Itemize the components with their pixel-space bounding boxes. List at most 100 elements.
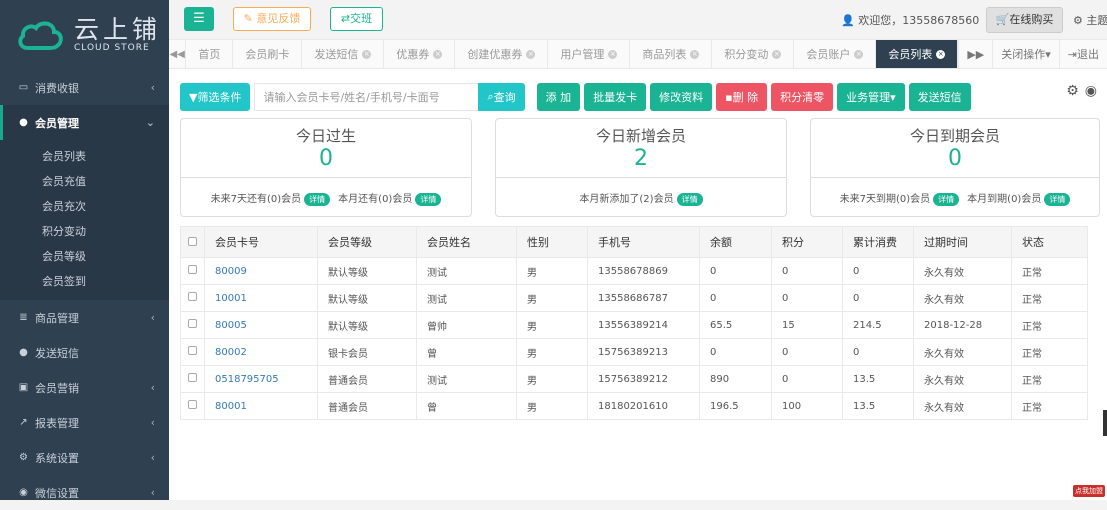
close-icon[interactable]: × [936,50,945,59]
table-row[interactable]: 0518795705普通会员测试男15756389212890013.5永久有效… [181,366,1088,393]
table-row[interactable]: 80005默认等级曾帅男1355638921465.515214.52018-1… [181,312,1088,339]
goods-icon: ≣ [18,312,29,323]
sidebar-subitem-count-recharge[interactable]: 会员充次 [0,194,169,219]
column-header[interactable]: 累计消费 [843,227,914,258]
search-input[interactable]: 请输入会员卡号/姓名/手机号/卡面号 [254,83,478,111]
tab-home[interactable]: 首页 [186,40,233,68]
select-all-checkbox[interactable] [188,237,197,246]
member-card-link[interactable]: 80009 [205,258,318,285]
sidebar-item-goods[interactable]: ≣商品管理 ‹ [0,300,169,335]
page-scrollbar[interactable] [1103,410,1107,436]
column-header[interactable]: 会员等级 [318,227,417,258]
logo: 云上铺 CLOUD STORE [0,0,169,70]
member-card-link[interactable]: 10001 [205,285,318,312]
gear-icon[interactable]: ⚙ [1066,83,1079,99]
sidebar-item-settings[interactable]: ⚙系统设置 ‹ [0,440,169,475]
tab-member-account[interactable]: 会员账户× [794,40,876,68]
table-row[interactable]: 80001普通会员曾男18180201610196.510013.5永久有效正常 [181,393,1088,420]
sidebar-subitem-levels[interactable]: 会员等级 [0,244,169,269]
table-cell: 测试 [417,258,517,285]
tab-member-swipe[interactable]: 会员刷卡 [233,40,302,68]
sidebar-subitem-signin[interactable]: 会员签到 [0,269,169,294]
column-header[interactable]: 状态 [1012,227,1088,258]
sidebar-item-marketing[interactable]: ▣会员营销 ‹ [0,370,169,405]
tab-send-sms[interactable]: 发送短信 × [302,40,384,68]
sidebar-subitem-recharge[interactable]: 会员充值 [0,169,169,194]
member-card-link[interactable]: 80002 [205,339,318,366]
close-icon[interactable]: × [772,50,781,59]
column-header[interactable]: 会员姓名 [417,227,517,258]
close-icon[interactable]: × [362,50,371,59]
detail-badge[interactable]: 详情 [304,193,330,206]
logout-button[interactable]: ⇥ 退出 [1059,40,1107,68]
tab-label: 发送短信 [314,46,358,62]
table-row[interactable]: 80002银卡会员曾男15756389213000永久有效正常 [181,339,1088,366]
column-header[interactable]: 余额 [700,227,772,258]
detail-badge[interactable]: 详情 [933,193,959,206]
edit-profile-button[interactable]: 修改资料 [650,83,712,111]
close-icon[interactable]: × [690,50,699,59]
detail-badge[interactable]: 详情 [677,193,703,206]
tab-goods-list[interactable]: 商品列表× [630,40,712,68]
row-checkbox[interactable] [188,292,197,301]
row-checkbox[interactable] [188,265,197,274]
table-cell: 196.5 [700,393,772,420]
send-sms-button[interactable]: 发送短信 [909,83,971,111]
sidebar-subitem-member-list[interactable]: 会员列表 [0,144,169,169]
row-checkbox[interactable] [188,319,197,328]
expiring-members-card: 今日到期会员 0 未来7天到期(0)会员详情 本月到期(0)会员详情 [810,118,1100,217]
close-icon[interactable]: × [526,50,535,59]
tab-scroll-right-button[interactable]: ▶▶ [958,40,992,68]
shift-button[interactable]: ⇄交班 [330,7,383,31]
row-checkbox[interactable] [188,346,197,355]
row-checkbox[interactable] [188,373,197,382]
gift-icon: ▣ [18,382,29,393]
sidebar-subitem-points[interactable]: 积分变动 [0,219,169,244]
tab-create-coupon[interactable]: 创建优惠券× [455,40,548,68]
query-button[interactable]: ⌕ 查询 [478,83,524,111]
sidebar-item-members[interactable]: ●会员管理 ⌄ [0,105,169,140]
tab-scroll-left-button[interactable]: ◀◀ [169,40,186,68]
sidebar-item-reports[interactable]: ↗报表管理 ‹ [0,405,169,440]
detail-badge[interactable]: 详情 [1044,193,1070,206]
column-header[interactable]: 手机号 [588,227,700,258]
close-icon[interactable]: × [854,50,863,59]
double-left-icon: ◀◀ [169,49,184,60]
close-icon[interactable]: × [433,50,442,59]
tab-member-list[interactable]: 会员列表× [876,40,958,68]
detail-badge[interactable]: 详情 [415,193,441,206]
column-header[interactable]: 积分 [772,227,843,258]
clear-points-button[interactable]: 积分清零 [771,83,833,111]
tab-coupons[interactable]: 优惠券× [384,40,455,68]
sidebar-item-checkout[interactable]: ▭消费收银 ‹ [0,70,169,105]
eye-icon[interactable]: ◉ [1085,83,1097,99]
table-cell: 0 [700,339,772,366]
row-checkbox[interactable] [188,400,197,409]
business-management-dropdown[interactable]: 业务管理▾ [837,83,905,111]
column-header[interactable]: 会员卡号 [205,227,318,258]
sidebar-item-sms[interactable]: ●发送短信 [0,335,169,370]
tab-user-management[interactable]: 用户管理× [548,40,630,68]
close-operations-dropdown[interactable]: 关闭操作▾ [992,40,1059,68]
member-card-link[interactable]: 80001 [205,393,318,420]
table-cell: 男 [517,312,588,339]
add-button[interactable]: 添 加 [537,83,581,111]
feedback-button[interactable]: ✎ 意见反馈 [233,7,311,31]
sidebar-item-wechat[interactable]: ◉微信设置 ‹ [0,475,169,510]
batch-issue-card-button[interactable]: 批量发卡 [584,83,646,111]
filter-button[interactable]: ▼筛选条件 [180,83,250,111]
buy-online-button[interactable]: 🛒在线购买 [986,7,1063,33]
table-row[interactable]: 10001默认等级测试男13558686787000永久有效正常 [181,285,1088,312]
column-header[interactable]: 过期时间 [914,227,1012,258]
delete-button[interactable]: ▪ 删 除 [716,83,767,111]
tab-points-change[interactable]: 积分变动× [712,40,794,68]
member-card-link[interactable]: 80005 [205,312,318,339]
menu-toggle-button[interactable]: ☰ [184,7,214,31]
member-card-link[interactable]: 0518795705 [205,366,318,393]
table-row[interactable]: 80009默认等级测试男13558678869000永久有效正常 [181,258,1088,285]
join-badge[interactable]: 点我加盟 [1073,485,1105,497]
close-icon[interactable]: × [608,50,617,59]
theme-button[interactable]: ⚙ 主题 [1073,12,1107,28]
birthday-card: 今日过生 0 未来7天还有(0)会员详情 本月还有(0)会员详情 [180,118,472,217]
column-header[interactable]: 性别 [517,227,588,258]
